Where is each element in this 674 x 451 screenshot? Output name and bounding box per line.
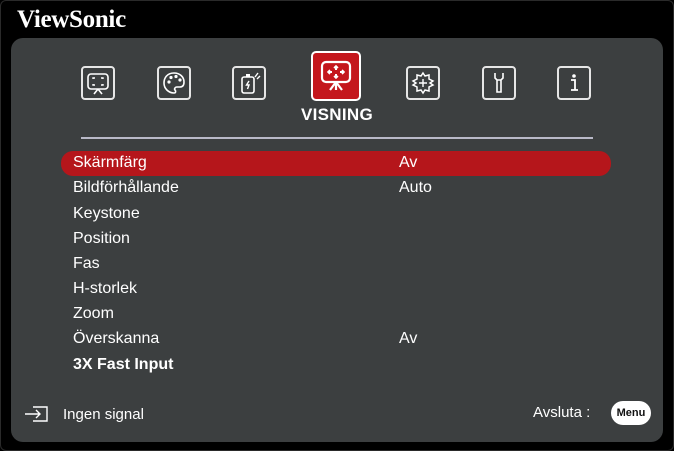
menu-item-keystone[interactable]: Keystone — [61, 202, 611, 227]
menu-item-aspect-ratio[interactable]: Bildförhållande Auto — [61, 176, 611, 201]
tab-power[interactable] — [232, 66, 266, 100]
power-icon — [241, 72, 261, 94]
menu-item-label: 3X Fast Input — [73, 356, 174, 373]
wrench-icon — [494, 73, 504, 93]
menu-item-screen-color[interactable]: Skärmfärg Av — [61, 151, 611, 176]
menu-item-phase[interactable]: Fas — [61, 252, 611, 277]
menu-button[interactable]: Menu — [611, 401, 651, 425]
tab-color[interactable] — [157, 66, 191, 100]
input-source-icon — [25, 406, 48, 422]
menu-item-label: Position — [73, 230, 130, 247]
menu-item-value: Auto — [399, 179, 432, 196]
palette-icon — [163, 72, 185, 94]
gear-icon — [411, 71, 435, 95]
tab-info[interactable] — [557, 66, 591, 100]
menu-item-label: Fas — [73, 255, 100, 272]
menu-item-label: H-storlek — [73, 280, 138, 297]
exit-hint-label: Avsluta : — [533, 404, 591, 421]
menu-item-3x-fast-input[interactable]: 3X Fast Input — [61, 353, 611, 378]
menu-item-label: Överskanna — [73, 330, 160, 347]
menu-item-position[interactable]: Position — [61, 227, 611, 252]
tab-advanced[interactable] — [406, 66, 440, 100]
menu-item-value: Av — [399, 154, 418, 171]
menu-item-zoom[interactable]: Zoom — [61, 302, 611, 327]
brand-logo: ViewSonic — [17, 6, 126, 33]
picture-icon — [87, 73, 109, 95]
active-tab-label: VISNING — [300, 105, 373, 124]
menu-item-h-size[interactable]: H-storlek — [61, 277, 611, 302]
info-icon — [571, 74, 578, 91]
menu-item-label: Skärmfärg — [73, 154, 147, 171]
signal-status: Ingen signal — [63, 406, 144, 423]
menu-item-label: Bildförhållande — [73, 179, 179, 196]
menu-item-value: Av — [399, 330, 418, 347]
tab-setup[interactable] — [482, 66, 516, 100]
menu-item-overscan[interactable]: Överskanna Av — [61, 327, 611, 352]
menu-item-label: Keystone — [73, 205, 140, 222]
menu-item-label: Zoom — [73, 305, 114, 322]
tab-display[interactable] — [311, 51, 361, 101]
menu-divider — [81, 137, 593, 139]
tab-picture[interactable] — [81, 66, 115, 100]
display-icon — [320, 60, 352, 91]
